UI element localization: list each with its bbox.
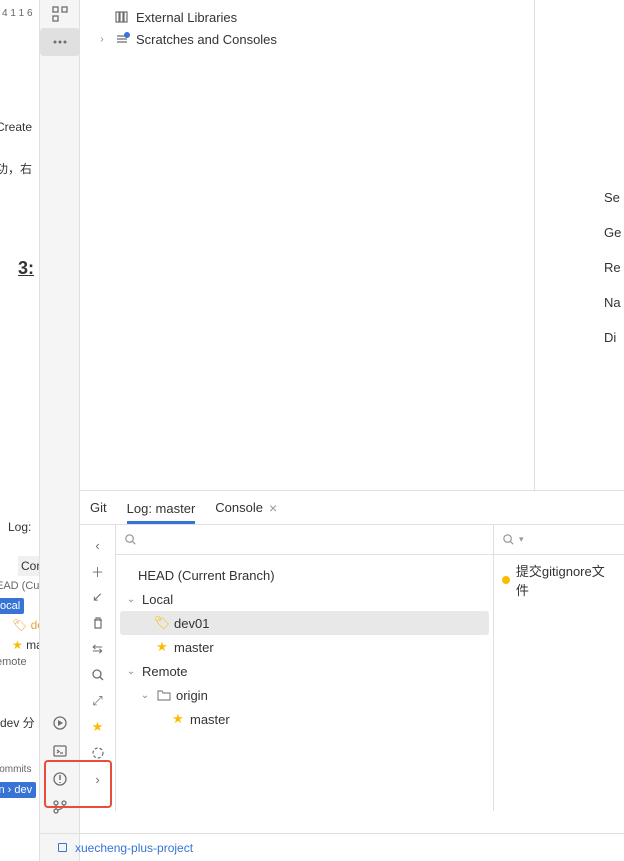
run-icon[interactable] <box>40 709 80 737</box>
library-icon <box>114 9 130 25</box>
emote-text: emote <box>0 656 27 668</box>
favorite-icon[interactable]: ★ <box>86 715 110 739</box>
folder-icon <box>156 688 172 702</box>
tree-item-external-libraries[interactable]: External Libraries <box>80 6 534 28</box>
fragment-na: Na <box>604 295 624 310</box>
ma-star: ma <box>26 638 40 652</box>
fragment-di: Di <box>604 330 624 345</box>
branch-dev01[interactable]: 🏷 dev01 <box>120 611 489 635</box>
commits-text: Commits <box>0 764 31 775</box>
git-toolbar: ‹ ＋ ↙ ⇆ ⤢ ★ › <box>80 525 116 811</box>
fragment-se: Se <box>604 190 624 205</box>
dev-branch-text: dev 分 <box>0 714 35 731</box>
chevron-down-icon: ⌄ <box>124 666 138 677</box>
de-tag: de <box>31 618 40 632</box>
star-icon: ★ <box>154 639 170 655</box>
project-name[interactable]: xuecheng-plus-project <box>75 841 193 855</box>
chevron-right-icon: › <box>96 34 108 45</box>
in-dev-badge: in › dev <box>0 782 36 798</box>
con-header: Con <box>18 556 40 576</box>
star-icon: ★ <box>170 711 186 727</box>
branch-master[interactable]: ★ master <box>120 635 489 659</box>
project-tree-panel: External Libraries › Scratches and Conso… <box>80 0 535 490</box>
git-panel: Git Log: master Console × ‹ ＋ ↙ ⇆ ⤢ ★ <box>80 490 624 810</box>
sync-icon[interactable] <box>86 741 110 765</box>
add-icon[interactable]: ＋ <box>86 559 110 583</box>
bold-number: 3: <box>18 258 34 279</box>
branch-head[interactable]: HEAD (Current Branch) <box>120 563 489 587</box>
checkout-icon[interactable]: ↙ <box>86 585 110 609</box>
left-editor-fragment: 4 1 1 6 Create 功，右 3: Log: Con EAD (Cu o… <box>0 0 40 861</box>
more-icon[interactable] <box>40 28 80 56</box>
tab-git[interactable]: Git <box>90 492 107 523</box>
dropdown-icon[interactable]: ▾ <box>519 534 524 545</box>
delete-icon[interactable] <box>86 611 110 635</box>
chevron-down-icon: ⌄ <box>124 594 138 605</box>
git-branches-panel: HEAD (Current Branch) ⌄ Local 🏷 dev01 ★ … <box>116 525 494 811</box>
branch-origin[interactable]: ⌄ origin <box>120 683 489 707</box>
search-icon[interactable] <box>86 663 110 687</box>
branch-search[interactable] <box>116 525 493 555</box>
branch-group-local[interactable]: ⌄ Local <box>120 587 489 611</box>
tree-item-label: Scratches and Consoles <box>136 32 277 47</box>
collapse-icon[interactable]: ‹ <box>86 533 110 557</box>
compare-icon[interactable]: ⇆ <box>86 637 110 661</box>
git-branch-icon[interactable] <box>40 793 80 821</box>
create-text: Create <box>0 120 32 134</box>
right-panel-fragment: Se Ge Re Na Di <box>604 190 624 365</box>
terminal-icon[interactable] <box>40 737 80 765</box>
tag-icon: 🏷 <box>154 615 170 631</box>
local-badge: ocal <box>0 598 24 614</box>
tab-console[interactable]: Console × <box>215 492 277 524</box>
line-numbers: 4 1 1 6 <box>2 8 33 19</box>
project-icon <box>58 843 67 852</box>
branch-search-input[interactable] <box>143 532 485 547</box>
tree-item-label: External Libraries <box>136 10 237 25</box>
git-commits-panel: ▾ 提交gitignore文件 <box>494 525 624 811</box>
commit-dot-icon <box>502 576 510 584</box>
fragment-ge: Ge <box>604 225 624 240</box>
branch-group-remote[interactable]: ⌄ Remote <box>120 659 489 683</box>
branch-list: HEAD (Current Branch) ⌄ Local 🏷 dev01 ★ … <box>116 555 493 739</box>
ead-text: EAD (Cu <box>0 580 39 592</box>
branch-remote-master[interactable]: ★ master <box>120 707 489 731</box>
scratches-icon <box>114 31 130 47</box>
close-icon[interactable]: × <box>269 500 277 516</box>
search-icon <box>502 533 515 546</box>
git-tabs: Git Log: master Console × <box>80 491 624 525</box>
left-toolbar <box>40 0 80 861</box>
cn-text-1: 功，右 <box>0 160 32 177</box>
commit-message: 提交gitignore文件 <box>516 561 616 599</box>
log-label: Log: <box>8 520 31 534</box>
problems-icon[interactable] <box>40 765 80 793</box>
commit-search[interactable]: ▾ <box>494 525 624 555</box>
tab-log[interactable]: Log: master <box>127 493 196 524</box>
chevron-down-icon: ⌄ <box>138 690 152 701</box>
tree-item-scratches[interactable]: › Scratches and Consoles <box>80 28 534 50</box>
structure-icon[interactable] <box>40 0 80 28</box>
expand-right-icon[interactable]: › <box>86 767 110 791</box>
status-bar: xuecheng-plus-project <box>40 833 624 861</box>
commit-row[interactable]: 提交gitignore文件 <box>494 555 624 605</box>
fragment-re: Re <box>604 260 624 275</box>
search-icon <box>124 533 137 546</box>
expand-icon[interactable]: ⤢ <box>86 689 110 713</box>
